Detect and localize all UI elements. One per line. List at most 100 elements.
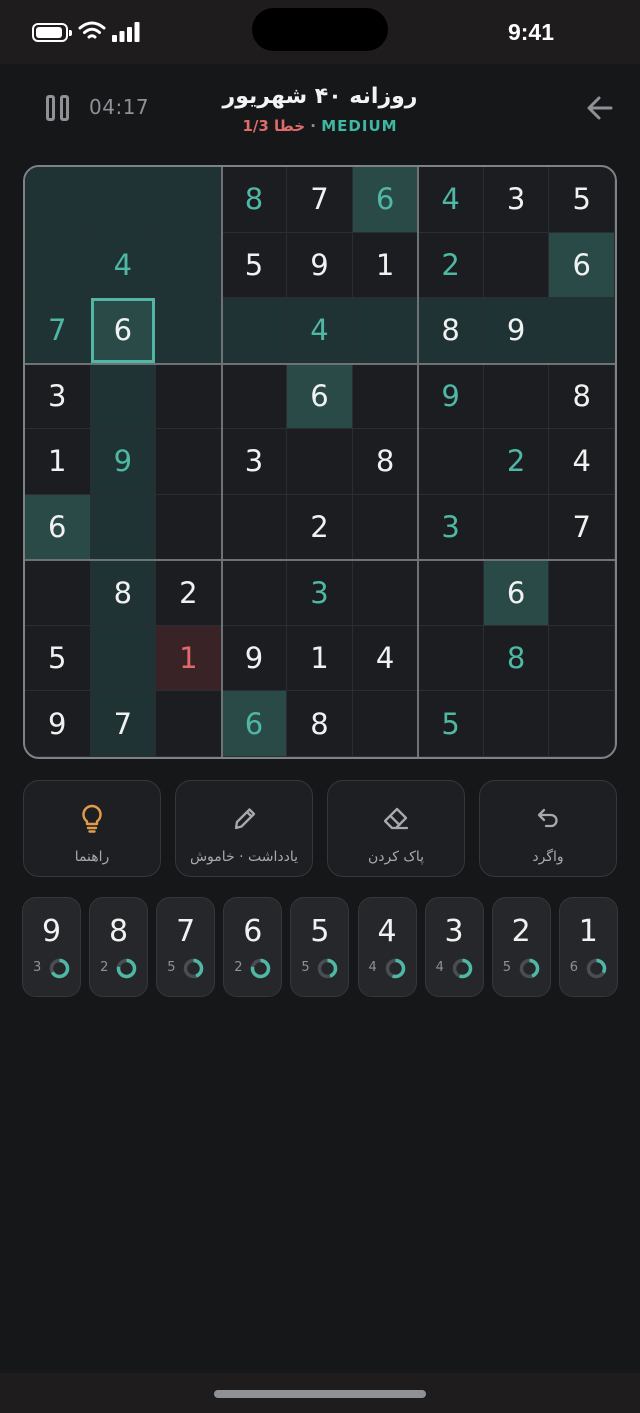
notes-button[interactable]: یادداشت · خاموش — [175, 780, 313, 877]
board-cell[interactable]: 6 — [352, 167, 419, 233]
board-cell[interactable] — [418, 560, 484, 626]
board-cell[interactable] — [156, 494, 222, 561]
board-cell[interactable] — [549, 625, 615, 692]
board-cell[interactable] — [90, 363, 157, 430]
board-cell[interactable]: 5 — [25, 625, 91, 692]
board-cell[interactable] — [156, 429, 222, 495]
number-key[interactable]: 75 — [156, 897, 216, 997]
number-key[interactable]: 44 — [357, 897, 417, 997]
board-cell[interactable]: 8 — [352, 429, 419, 495]
board-cell[interactable]: 4 — [418, 167, 484, 233]
back-arrow-icon[interactable] — [586, 94, 614, 122]
board-cell[interactable] — [156, 298, 222, 364]
board-cell[interactable] — [483, 691, 550, 757]
board-cell[interactable]: 3 — [287, 560, 353, 626]
number-key-digit: 3 — [444, 914, 464, 949]
board-cell[interactable] — [287, 429, 353, 495]
board-cell[interactable]: 9 — [483, 298, 550, 364]
home-indicator[interactable] — [214, 1390, 426, 1398]
board-cell[interactable]: 8 — [549, 363, 615, 430]
board-cell[interactable] — [25, 560, 91, 626]
board-cell[interactable]: 5 — [549, 167, 615, 233]
board-cell[interactable]: 7 — [90, 691, 157, 757]
board-cell[interactable]: 6 — [483, 560, 550, 626]
board-cell[interactable] — [352, 691, 419, 757]
board-cell[interactable] — [352, 298, 419, 364]
board-cell[interactable]: 5 — [221, 232, 288, 299]
board-cell[interactable] — [156, 232, 222, 299]
number-key[interactable]: 16 — [558, 897, 618, 997]
board-cell[interactable]: 1 — [25, 429, 91, 495]
erase-button[interactable]: پاک کردن — [327, 780, 465, 877]
hint-button[interactable]: راهنما — [23, 780, 161, 877]
board-cell[interactable] — [352, 363, 419, 430]
board-cell[interactable]: 2 — [287, 494, 353, 561]
board-cell[interactable]: 8 — [221, 167, 288, 233]
number-key[interactable]: 25 — [491, 897, 551, 997]
board-cell[interactable]: 3 — [418, 494, 484, 561]
board-cell[interactable]: 6 — [287, 363, 353, 430]
board-cell[interactable]: 8 — [287, 691, 353, 757]
board-cell[interactable] — [549, 691, 615, 757]
board-cell[interactable]: 7 — [287, 167, 353, 233]
board-cell[interactable] — [156, 363, 222, 430]
board-cell[interactable]: 4 — [287, 298, 353, 364]
board-cell[interactable]: 4 — [90, 232, 157, 299]
board-cell[interactable]: 1 — [287, 625, 353, 692]
board-cell[interactable]: 2 — [156, 560, 222, 626]
board-cell[interactable] — [221, 298, 288, 364]
board-cell[interactable]: 6 — [221, 691, 288, 757]
undo-button[interactable]: واگرد — [479, 780, 617, 877]
board-cell[interactable] — [483, 363, 550, 430]
board-cell[interactable]: 1 — [352, 232, 419, 299]
board-cell[interactable]: 4 — [352, 625, 419, 692]
board-cell[interactable]: 1 — [156, 625, 222, 692]
board-cell[interactable]: 2 — [483, 429, 550, 495]
board-cell[interactable] — [90, 494, 157, 561]
number-key[interactable]: 93 — [22, 897, 81, 997]
pause-icon[interactable] — [46, 95, 70, 121]
board-cell[interactable]: 8 — [418, 298, 484, 364]
board-cell[interactable] — [483, 494, 550, 561]
board-cell[interactable]: 9 — [25, 691, 91, 757]
board-cell[interactable]: 9 — [418, 363, 484, 430]
board-cell[interactable] — [483, 232, 550, 299]
board-cell[interactable]: 6 — [25, 494, 91, 561]
board-cell[interactable] — [221, 560, 288, 626]
progress-ring-icon — [586, 958, 607, 979]
board-cell[interactable] — [352, 494, 419, 561]
board-cell[interactable]: 8 — [483, 625, 550, 692]
board-cell[interactable]: 7 — [25, 298, 91, 364]
board-cell[interactable]: 2 — [418, 232, 484, 299]
board-cell[interactable]: 9 — [221, 625, 288, 692]
board-cell[interactable]: 3 — [25, 363, 91, 430]
number-key[interactable]: 34 — [424, 897, 484, 997]
board-cell[interactable] — [156, 691, 222, 757]
progress-ring-icon — [251, 958, 271, 979]
board-cell[interactable]: 7 — [549, 494, 615, 561]
number-key[interactable]: 82 — [89, 897, 149, 997]
board-cell[interactable] — [221, 363, 288, 430]
board-cell[interactable]: 3 — [221, 429, 288, 495]
board-cell[interactable]: 5 — [418, 691, 484, 757]
board-cell[interactable]: 9 — [90, 429, 157, 495]
board-cell[interactable] — [549, 298, 615, 364]
board-cell[interactable] — [352, 560, 419, 626]
board-cell[interactable] — [90, 167, 157, 233]
board-cell[interactable]: 9 — [287, 232, 353, 299]
board-cell[interactable] — [549, 560, 615, 626]
board-cell[interactable]: 6 — [90, 298, 157, 364]
board-cell[interactable]: 6 — [549, 232, 615, 299]
board-cell[interactable] — [90, 625, 157, 692]
board-cell[interactable] — [418, 429, 484, 495]
board-cell[interactable] — [25, 167, 91, 233]
board-cell[interactable] — [221, 494, 288, 561]
board-cell[interactable] — [25, 232, 91, 299]
board-cell[interactable]: 8 — [90, 560, 157, 626]
board-cell[interactable] — [418, 625, 484, 692]
board-cell[interactable] — [156, 167, 222, 233]
board-cell[interactable]: 4 — [549, 429, 615, 495]
number-key[interactable]: 55 — [290, 897, 350, 997]
number-key[interactable]: 62 — [223, 897, 283, 997]
board-cell[interactable]: 3 — [483, 167, 550, 233]
